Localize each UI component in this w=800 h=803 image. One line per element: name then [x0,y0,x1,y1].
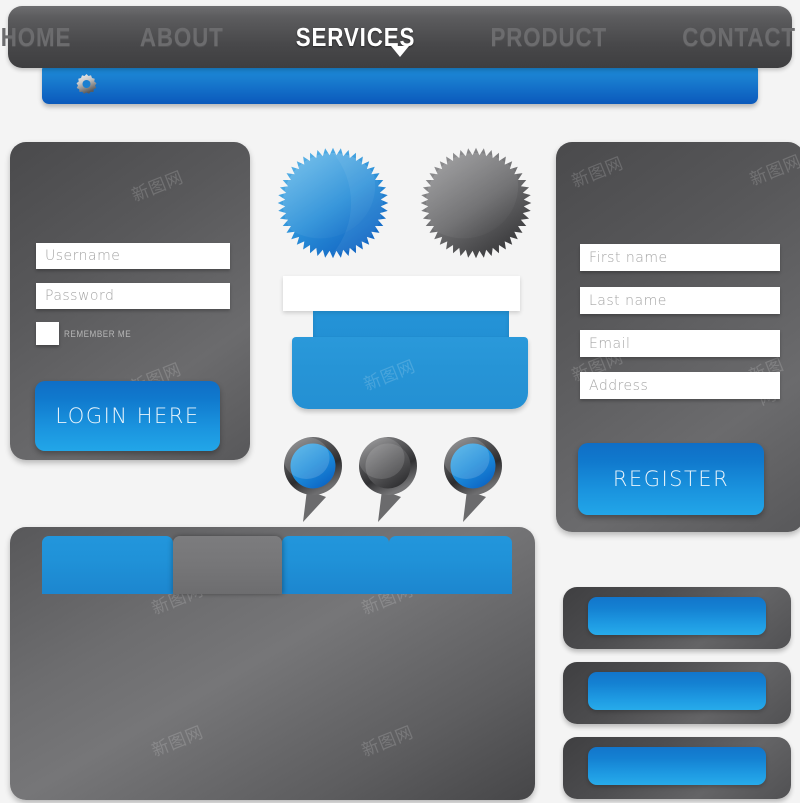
nav-item-product[interactable]: PRODUCT [491,22,608,53]
register-button[interactable]: REGISTER [578,443,764,515]
tab-1[interactable] [42,536,173,594]
remember-me-checkbox[interactable] [36,322,59,345]
register-button-label: REGISTER [612,467,730,491]
tab-4[interactable] [389,536,512,594]
email-input[interactable] [580,330,780,357]
watermark: 新图网 [129,167,187,207]
nav-item-contact[interactable]: CONTACT [682,22,796,53]
watermark: 新图网 [747,151,800,191]
pill-button-row-2 [563,662,791,724]
starburst-badge-gray[interactable] [419,146,533,260]
watermark: 新图网 [359,722,417,762]
watermark: 新图网 [149,722,207,762]
pill-button-row-3 [563,737,791,799]
login-button[interactable]: LOGIN HERE [35,381,220,451]
dropdown-bar[interactable] [42,64,758,104]
nav-item-home[interactable]: HOME [1,22,72,53]
gear-icon[interactable] [74,72,99,97]
ribbon-banner-white [283,276,520,311]
map-pin-gray[interactable] [358,436,418,524]
banner-body-blue[interactable]: 新图网 [292,337,528,409]
tab-strip [42,536,512,594]
banner-neck [313,311,509,338]
pill-button-3[interactable] [588,747,766,785]
remember-me-label: REMEMBER ME [64,329,132,339]
password-input[interactable] [36,283,230,309]
caret-down-icon [391,46,409,57]
watermark: 新图网 [361,356,419,396]
pill-button-row-1 [563,587,791,649]
ui-kit-canvas: HOME ABOUT SERVICES PRODUCT CONTACT 新图网 … [0,0,800,803]
main-navigation: HOME ABOUT SERVICES PRODUCT CONTACT [1,6,795,68]
first-name-input[interactable] [580,244,780,271]
nav-item-about[interactable]: ABOUT [140,22,224,53]
watermark: 新图网 [569,153,627,193]
pill-button-2[interactable] [588,672,766,710]
address-input[interactable] [580,372,780,399]
tab-2[interactable] [173,536,282,594]
starburst-badge-blue[interactable] [276,146,390,260]
map-pin-blue-2[interactable] [443,436,503,524]
last-name-input[interactable] [580,287,780,314]
map-pin-blue-1[interactable] [283,436,343,524]
tab-3[interactable] [282,536,389,594]
pill-button-1[interactable] [588,597,766,635]
username-input[interactable] [36,243,230,269]
login-button-label: LOGIN HERE [55,404,200,428]
